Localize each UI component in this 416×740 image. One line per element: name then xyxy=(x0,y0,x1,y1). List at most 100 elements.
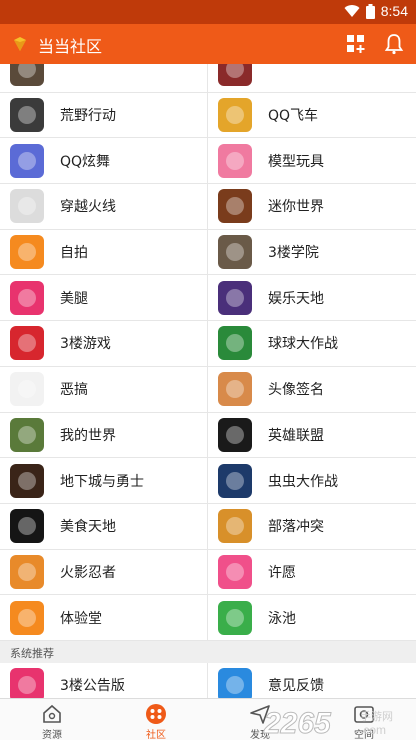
wifi-icon xyxy=(344,5,360,18)
forum-item-label: QQ飞车 xyxy=(268,108,319,125)
clash-icon xyxy=(218,509,252,544)
forum-item[interactable]: QQ飞车 xyxy=(208,93,416,138)
forum-item-label: 恶搞 xyxy=(60,382,88,399)
forum-item[interactable]: 美食天地 xyxy=(0,503,208,549)
model-toys-icon xyxy=(218,143,252,178)
forum-item-label: 模型玩具 xyxy=(268,153,324,170)
section-label: 系统推荐 xyxy=(10,647,54,661)
forum-item[interactable] xyxy=(208,64,416,92)
forum-item[interactable]: 3楼游戏 xyxy=(0,321,208,366)
status-time: 8:54 xyxy=(380,3,408,19)
forum-row: 地下城与勇士 虫虫大作战 xyxy=(0,458,416,504)
forum-item[interactable]: 迷你世界 xyxy=(208,184,416,229)
forum-item-label: 荒野行动 xyxy=(60,108,116,125)
forum-item[interactable]: 恶搞 xyxy=(0,366,208,412)
app-bar: 当当社区 xyxy=(0,24,416,64)
avatar-signature-icon xyxy=(218,372,252,407)
system-recommend-header: 系统推荐 xyxy=(0,641,416,664)
forum-item-label: 我的世界 xyxy=(60,427,116,444)
crossfire-icon xyxy=(10,189,44,224)
forum-row: 恶搞 头像签名 xyxy=(0,366,416,413)
forum-item[interactable]: 虫虫大作战 xyxy=(208,458,416,503)
site-watermark-logo: 2265 手游网 .com xyxy=(263,707,394,739)
forum-item-label: 穿越火线 xyxy=(60,199,116,216)
tab-label: 社区 xyxy=(146,730,166,740)
legs-icon xyxy=(10,280,44,315)
forum-item-label: 美食天地 xyxy=(60,519,116,536)
forum-item[interactable]: 英雄联盟 xyxy=(208,413,416,458)
selfie-icon xyxy=(10,235,44,270)
recommend-row: 3楼公告版 意见反馈 xyxy=(0,663,416,698)
forum-item-label: 3楼学院 xyxy=(268,245,319,262)
forum-item-label: 部落冲突 xyxy=(268,519,324,536)
forum-item-label: 意见反馈 xyxy=(268,678,324,695)
forum-row xyxy=(0,64,416,93)
forum-item[interactable]: 我的世界 xyxy=(0,412,208,458)
forum-item[interactable]: 部落冲突 xyxy=(208,504,416,549)
forum-item-label: 球球大作战 xyxy=(268,336,338,353)
forum-item-label: 美腿 xyxy=(60,290,88,307)
forum-item[interactable]: 泳池 xyxy=(208,595,416,640)
forum-item[interactable]: 自拍 xyxy=(0,229,208,275)
forum-item[interactable]: 美腿 xyxy=(0,275,208,321)
forum-item-label: QQ炫舞 xyxy=(60,153,111,170)
forum-item-label: 地下城与勇士 xyxy=(60,473,144,490)
forum-item[interactable]: 3楼公告版 xyxy=(0,663,208,698)
forum-row: 我的世界 英雄联盟 xyxy=(0,412,416,459)
forum-item-label: 英雄联盟 xyxy=(268,427,324,444)
forum-item[interactable]: 娱乐天地 xyxy=(208,275,416,320)
forum-item-label: 3楼游戏 xyxy=(60,336,111,353)
community-list[interactable]: 荒野行动 QQ飞车 QQ炫舞 模型玩具穿越火线 迷你世界自拍 3楼学院美腿 娱乐天地 3楼游戏… xyxy=(0,64,416,698)
league-icon xyxy=(218,417,252,452)
forum-item[interactable] xyxy=(0,64,208,92)
svg-text:.com: .com xyxy=(360,723,386,737)
forum-item[interactable]: 模型玩具 xyxy=(208,138,416,183)
handheld-game-icon xyxy=(10,326,44,361)
forum-item-label: 许愿 xyxy=(268,564,296,581)
meme-face-icon xyxy=(10,372,44,407)
forum-item[interactable]: 许愿 xyxy=(208,550,416,595)
home-icon xyxy=(43,704,61,723)
forum-item-label: 泳池 xyxy=(268,610,296,627)
partial-top-right-icon xyxy=(218,64,252,87)
forum-item[interactable]: 荒野行动 xyxy=(0,92,208,138)
forum-item-label: 自拍 xyxy=(60,245,88,262)
tab-community[interactable]: 社区 xyxy=(104,699,208,740)
forum-item-label: 头像签名 xyxy=(268,382,324,399)
community-icon xyxy=(146,704,166,724)
forum-item[interactable]: 意见反馈 xyxy=(208,663,416,698)
svg-text:2265: 2265 xyxy=(263,707,332,738)
grid-plus-icon[interactable] xyxy=(344,32,368,56)
forum-item[interactable]: 球球大作战 xyxy=(208,321,416,366)
forum-row: 火影忍者 许愿 xyxy=(0,549,416,596)
tab-home[interactable]: 资源 xyxy=(0,699,104,740)
svg-text:手游网: 手游网 xyxy=(360,709,393,723)
forum-item[interactable]: 火影忍者 xyxy=(0,549,208,595)
forum-item-label: 体验堂 xyxy=(60,610,102,627)
partial-top-left-icon xyxy=(10,64,44,87)
forum-item[interactable]: QQ炫舞 xyxy=(0,138,208,184)
forum-item[interactable]: 穿越火线 xyxy=(0,184,208,229)
page-title: 当当社区 xyxy=(38,37,103,56)
forum-item[interactable]: 地下城与勇士 xyxy=(0,458,208,503)
forum-row: 穿越火线 迷你世界 xyxy=(0,184,416,230)
minecraft-icon xyxy=(10,417,44,452)
forum-item-label: 虫虫大作战 xyxy=(268,473,338,490)
tab-label: 资源 xyxy=(42,730,62,740)
app-logo-icon xyxy=(14,37,26,51)
forum-row: 美食天地 部落冲突 xyxy=(0,503,416,550)
ball-battle-icon xyxy=(218,326,252,361)
forum-row: 美腿 娱乐天地 xyxy=(0,275,416,322)
worm-battle-icon xyxy=(218,463,252,498)
forum-item[interactable]: 体验堂 xyxy=(0,595,208,640)
entertainment-icon xyxy=(218,280,252,315)
forum-item-label: 3楼公告版 xyxy=(60,678,125,695)
bell-icon[interactable] xyxy=(382,32,406,56)
notice-board-icon xyxy=(10,668,44,698)
forum-item-label: 火影忍者 xyxy=(60,564,116,581)
academy-icon xyxy=(218,235,252,270)
forum-item[interactable]: 3楼学院 xyxy=(208,230,416,275)
forum-row: 自拍 3楼学院 xyxy=(0,229,416,276)
lifebuoy-icon xyxy=(218,600,252,635)
forum-item[interactable]: 头像签名 xyxy=(208,367,416,412)
